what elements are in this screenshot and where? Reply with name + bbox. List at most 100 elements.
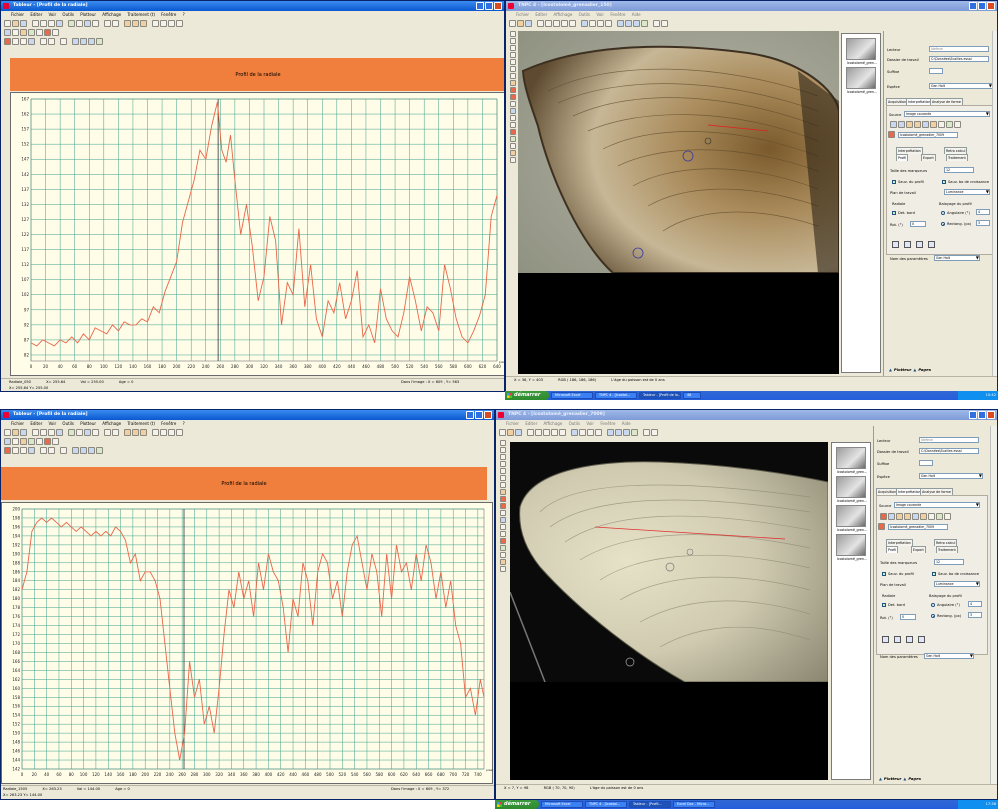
tool-u-icon[interactable] [72,447,79,454]
menu-voir[interactable]: Voir [49,12,57,17]
rot-field[interactable]: 0 [910,221,926,227]
tab-acquisition[interactable]: Acquisition [886,98,909,105]
save-icon[interactable] [525,20,532,27]
cursor-icon[interactable] [4,38,11,45]
tool-h-icon[interactable] [633,20,640,27]
minimize-icon[interactable] [466,411,474,419]
tool-c-icon[interactable] [906,121,913,128]
tool-h-icon[interactable] [4,29,11,36]
tool-i-icon[interactable] [631,429,638,436]
tool-a-icon[interactable] [124,20,131,27]
grid-icon[interactable] [509,108,516,114]
menu-plotteur[interactable]: Plotteur [80,421,96,426]
delete-icon[interactable] [509,129,516,135]
circle-icon[interactable] [499,566,506,572]
copy-icon[interactable] [40,20,47,27]
tool-k-icon[interactable] [28,438,35,445]
pipette-icon[interactable] [509,150,516,156]
zoom-in-icon[interactable] [104,20,111,27]
tool-r-icon[interactable] [40,38,47,45]
zoom-out-icon[interactable] [112,429,119,436]
param-button-2[interactable] [904,241,911,248]
zoom-out-icon[interactable] [499,461,506,467]
minimize-icon[interactable] [969,411,977,419]
close-icon[interactable] [987,411,995,419]
new-icon[interactable] [499,429,506,436]
angulaire-radio[interactable] [931,603,935,607]
tool-j-icon[interactable] [643,429,650,436]
suffixe-field[interactable] [919,460,933,466]
menu-fenetre[interactable]: Fenêtre [161,421,176,426]
start-button[interactable]: démarrer [505,391,549,400]
dossier-field[interactable]: C:\Données\Ecailles essai [929,56,989,62]
print-icon[interactable] [561,20,568,27]
chart-icon[interactable] [68,20,75,27]
profile-chart[interactable]: 0 20 40 60 80 100 120 140 160 180 200 220 240 260 280 3… [10,92,504,376]
tool-g-icon[interactable] [615,429,622,436]
rotate-icon[interactable] [509,73,516,79]
text-icon[interactable] [922,121,929,128]
subtab-retro-calcul[interactable]: Retro calcul [934,539,958,546]
tool-d-icon[interactable] [914,121,921,128]
param-button-3[interactable] [916,241,923,248]
tool-f-icon[interactable] [617,20,624,27]
cut-icon[interactable] [32,20,39,27]
rotate-icon[interactable] [499,482,506,488]
menu-help[interactable]: ? [183,12,185,17]
tool-o-icon[interactable] [12,447,19,454]
tool-g-icon[interactable] [176,429,183,436]
line-icon[interactable] [499,496,506,502]
tool-i-icon[interactable] [12,438,19,445]
menu-aide[interactable]: Aide [632,12,641,17]
sauv-profil-checkbox[interactable] [882,571,886,576]
tool-r-icon[interactable] [40,447,47,454]
menu-aide[interactable]: Aide [622,421,631,426]
tool-f-icon[interactable] [607,429,614,436]
rectang-field[interactable]: 3 [968,612,982,618]
pointer-icon[interactable] [499,447,506,453]
tool-b-icon[interactable] [898,121,905,128]
tool-n-icon[interactable] [52,29,59,36]
menu-outils[interactable]: Outils [62,421,74,426]
tool-o-icon[interactable] [12,38,19,45]
taskbar-item-4[interactable]: 46 [683,392,701,399]
save-icon[interactable] [20,20,27,27]
line-icon[interactable] [509,87,516,93]
zoom-in-icon[interactable] [509,45,516,51]
taskbar-tnpc[interactable]: TNPC 4 - [Icostol... [585,801,627,808]
new-icon[interactable] [509,20,516,27]
marker-icon[interactable] [878,523,885,530]
tool-c-icon[interactable] [589,20,596,27]
maximize-icon[interactable] [978,2,986,10]
tool-p-icon[interactable] [20,38,27,45]
thumbnail-2[interactable] [846,67,876,89]
taskbar-excel[interactable]: Microsoft Excel [551,392,593,399]
param-button-1[interactable] [882,636,889,643]
tool-f-icon[interactable] [168,429,175,436]
taskbar-tableur[interactable]: Tableur - [Profil de la... [639,392,681,399]
menu-editer[interactable]: Editer [30,421,42,426]
subtab-interpretation[interactable]: Interprétation [886,539,913,546]
tool-a-icon[interactable] [559,429,566,436]
table-icon[interactable] [76,20,83,27]
eraser-icon[interactable] [499,531,506,537]
image-name-field[interactable]: Icostolomé_grenadier_7009 [898,132,958,138]
tool-p-icon[interactable] [20,447,27,454]
param-button-4[interactable] [928,241,935,248]
menu-traitement[interactable]: Traitement (t) [127,421,155,426]
tool-b-icon[interactable] [581,20,588,27]
taille-field[interactable]: 12 [944,167,974,173]
tool-d-icon[interactable] [152,429,159,436]
tool-a-icon[interactable] [880,513,887,520]
new-icon[interactable] [4,20,11,27]
tab-analyse-forme[interactable]: Analyse de forme [920,488,953,495]
subtab-traitement[interactable]: Traitement [936,546,958,553]
delete-icon[interactable] [499,538,506,544]
param-button-1[interactable] [892,241,899,248]
tool-d-icon[interactable] [587,429,594,436]
text-icon[interactable] [509,115,516,121]
tab-interpretation[interactable]: Interprétation [896,488,923,495]
param-button-3[interactable] [906,636,913,643]
paste-icon[interactable] [543,429,550,436]
tool-n-icon[interactable] [52,438,59,445]
